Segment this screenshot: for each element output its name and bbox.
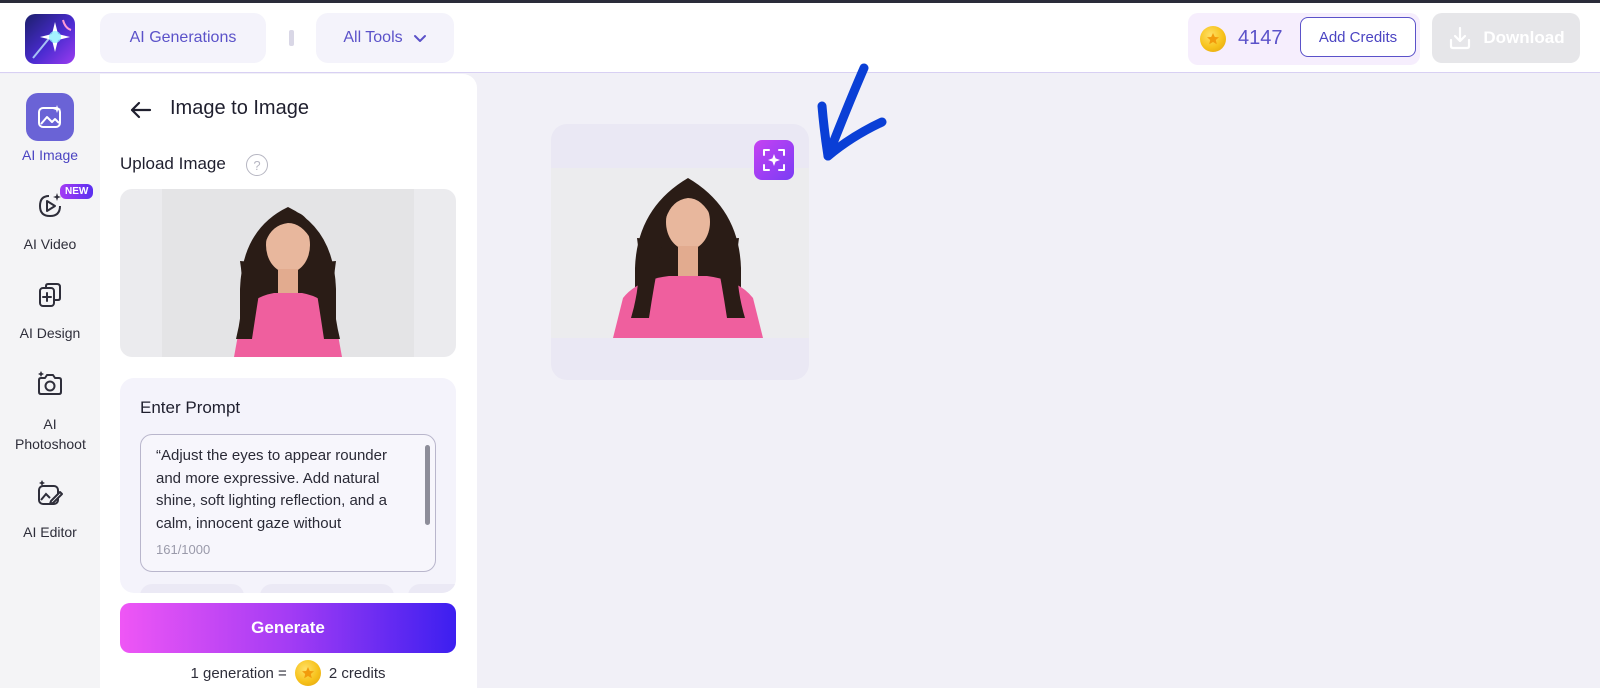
- generate-button[interactable]: Generate: [120, 603, 456, 653]
- cost-suffix: 2 credits: [328, 664, 386, 682]
- sidebar-item-label: AI Photoshoot: [15, 416, 86, 452]
- chevron-down-icon: [413, 35, 426, 42]
- sidebar-item-label: AI Image: [21, 147, 79, 163]
- header-divider: [289, 30, 294, 46]
- ai-generations-button[interactable]: AI Generations: [100, 13, 266, 63]
- ai-photoshoot-icon: [26, 360, 74, 408]
- uploaded-image-area[interactable]: [120, 189, 456, 357]
- download-button[interactable]: Download: [1432, 13, 1580, 63]
- new-badge: NEW: [60, 184, 94, 199]
- prompt-text: “Adjust the eyes to appear rounder and m…: [156, 447, 387, 532]
- download-icon: [1450, 26, 1471, 50]
- prompt-scrollbar[interactable]: [425, 445, 430, 525]
- add-credits-label: Add Credits: [1318, 28, 1398, 46]
- generation-cost-note: 1 generation = 2 credits: [120, 660, 456, 686]
- ai-image-icon: [26, 93, 74, 141]
- prompt-suggestion-chip[interactable]: [408, 584, 456, 593]
- sidebar-item-ai-editor[interactable]: AI Editor: [0, 470, 100, 540]
- sidebar-item-label: AI Video: [23, 236, 77, 252]
- cost-prefix: 1 generation =: [190, 664, 287, 682]
- sidebar-item-ai-photoshoot[interactable]: AI Photoshoot: [0, 360, 100, 454]
- annotation-arrow-icon: [817, 63, 887, 161]
- coin-icon: [1200, 26, 1226, 52]
- prompt-textarea[interactable]: “Adjust the eyes to appear rounder and m…: [140, 434, 436, 572]
- sidebar-item-ai-image[interactable]: AI Image: [0, 93, 100, 163]
- ai-design-icon: [26, 271, 74, 319]
- sidebar-item-ai-video[interactable]: AI Video NEW: [0, 182, 100, 252]
- prompt-card: Enter Prompt “Adjust the eyes to appear …: [120, 378, 456, 593]
- back-arrow-icon[interactable]: [128, 97, 154, 123]
- ai-editor-icon: [26, 470, 74, 518]
- download-label: Download: [1483, 28, 1565, 47]
- coin-icon: [294, 660, 321, 686]
- generate-label: Generate: [251, 618, 325, 637]
- top-header: AI Generations All Tools 4147 Add Credit…: [0, 3, 1600, 73]
- enhance-focus-icon: [763, 149, 785, 171]
- ai-generations-label: AI Generations: [129, 29, 237, 46]
- logo-star-icon: [32, 19, 72, 59]
- help-icon[interactable]: ?: [246, 154, 268, 176]
- sidebar-item-label: AI Design: [19, 325, 81, 341]
- uploaded-photo: [162, 189, 414, 357]
- sidebar-item-label: AI Editor: [23, 524, 77, 540]
- panel-title: Image to Image: [170, 97, 309, 119]
- upload-image-label: Upload Image: [120, 154, 226, 173]
- prompt-char-count: 161/1000: [156, 542, 211, 557]
- prompt-suggestion-chip[interactable]: [140, 584, 244, 593]
- result-photo: [551, 168, 809, 338]
- add-credits-button[interactable]: Add Credits: [1300, 17, 1416, 57]
- credits-count: 4147: [1238, 27, 1283, 49]
- all-tools-dropdown[interactable]: All Tools: [316, 13, 454, 63]
- all-tools-label: All Tools: [343, 29, 403, 46]
- prompt-suggestion-chip[interactable]: [260, 584, 394, 593]
- enter-prompt-label: Enter Prompt: [140, 398, 241, 417]
- sidebar-item-ai-design[interactable]: AI Design: [0, 271, 100, 341]
- app-logo[interactable]: [25, 14, 75, 64]
- result-image: [551, 168, 809, 338]
- enhance-focus-button[interactable]: [754, 140, 794, 180]
